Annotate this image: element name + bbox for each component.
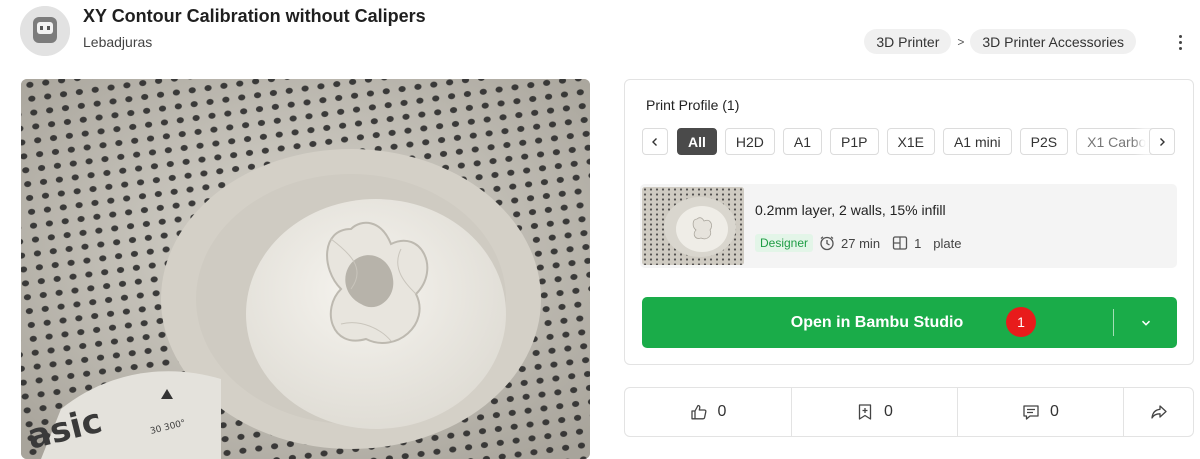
more-options-icon[interactable] — [1174, 28, 1186, 56]
open-button-label: Open in Bambu Studio — [790, 313, 964, 331]
chevron-left-icon — [652, 137, 657, 146]
clock-icon — [819, 235, 835, 251]
comment-icon — [1023, 405, 1039, 420]
notification-badge: 1 — [1006, 307, 1036, 337]
profile-name: 0.2mm layer, 2 walls, 15% infill — [755, 202, 946, 218]
print-profile-card: Print Profile (1) All H2D A1 P1P X1E A1 … — [624, 79, 1194, 365]
filter-chip-x1e[interactable]: X1E — [886, 128, 935, 155]
collect-count: 0 — [884, 403, 893, 420]
thumbs-up-icon — [690, 404, 707, 420]
profile-meta: Designer 27 min 1 plate — [755, 234, 962, 252]
share-icon — [1150, 405, 1167, 419]
filter-chip-a1[interactable]: A1 — [782, 128, 823, 155]
print-time: 27 min — [841, 235, 881, 251]
author-name[interactable]: Lebadjuras — [83, 34, 152, 50]
comment-count: 0 — [1050, 403, 1059, 420]
filter-chip-p2s[interactable]: P2S — [1019, 128, 1069, 155]
model-photo[interactable]: asic 30 300° — [21, 79, 590, 459]
scroll-right-button[interactable] — [1149, 128, 1175, 155]
filter-chip-a1-mini[interactable]: A1 mini — [942, 128, 1012, 155]
collect-button[interactable]: 0 — [791, 388, 957, 436]
designer-badge: Designer — [755, 234, 814, 252]
model-title: XY Contour Calibration without Calipers — [83, 6, 426, 26]
like-button[interactable]: 0 — [625, 388, 791, 436]
like-count: 0 — [717, 403, 727, 420]
breadcrumb-separator: > — [957, 34, 965, 49]
comment-button[interactable]: 0 — [957, 388, 1123, 436]
chevron-down-icon — [1141, 320, 1150, 326]
author-avatar[interactable] — [20, 6, 70, 56]
plate-count: 1 — [914, 235, 922, 251]
bookmark-add-icon — [858, 404, 872, 420]
filter-chip-all[interactable]: All — [677, 128, 717, 155]
filter-chip-p1p[interactable]: P1P — [830, 128, 879, 155]
print-profile-heading: Print Profile (1) — [646, 97, 740, 113]
breadcrumb-3d-printer-accessories[interactable]: 3D Printer Accessories — [970, 29, 1136, 54]
scroll-left-button[interactable] — [642, 128, 668, 155]
breadcrumb: 3D Printer > 3D Printer Accessories — [864, 29, 1136, 54]
share-button[interactable] — [1123, 388, 1193, 436]
open-in-bambu-studio-button[interactable]: Open in Bambu Studio 1 — [642, 297, 1177, 348]
chevron-right-icon — [1160, 137, 1165, 146]
print-profile-item[interactable]: 0.2mm layer, 2 walls, 15% infill Designe… — [640, 184, 1177, 268]
plate-icon — [892, 235, 908, 251]
plate-label: plate — [933, 235, 962, 251]
profile-thumbnail — [642, 187, 744, 265]
filter-chip-h2d[interactable]: H2D — [724, 128, 775, 155]
action-bar: 0 0 0 — [624, 387, 1194, 437]
open-options-dropdown[interactable] — [1114, 297, 1177, 348]
printer-filter-bar: All H2D A1 P1P X1E A1 mini P2S X1 Carbon — [642, 128, 1175, 157]
breadcrumb-3d-printer[interactable]: 3D Printer — [864, 29, 952, 54]
